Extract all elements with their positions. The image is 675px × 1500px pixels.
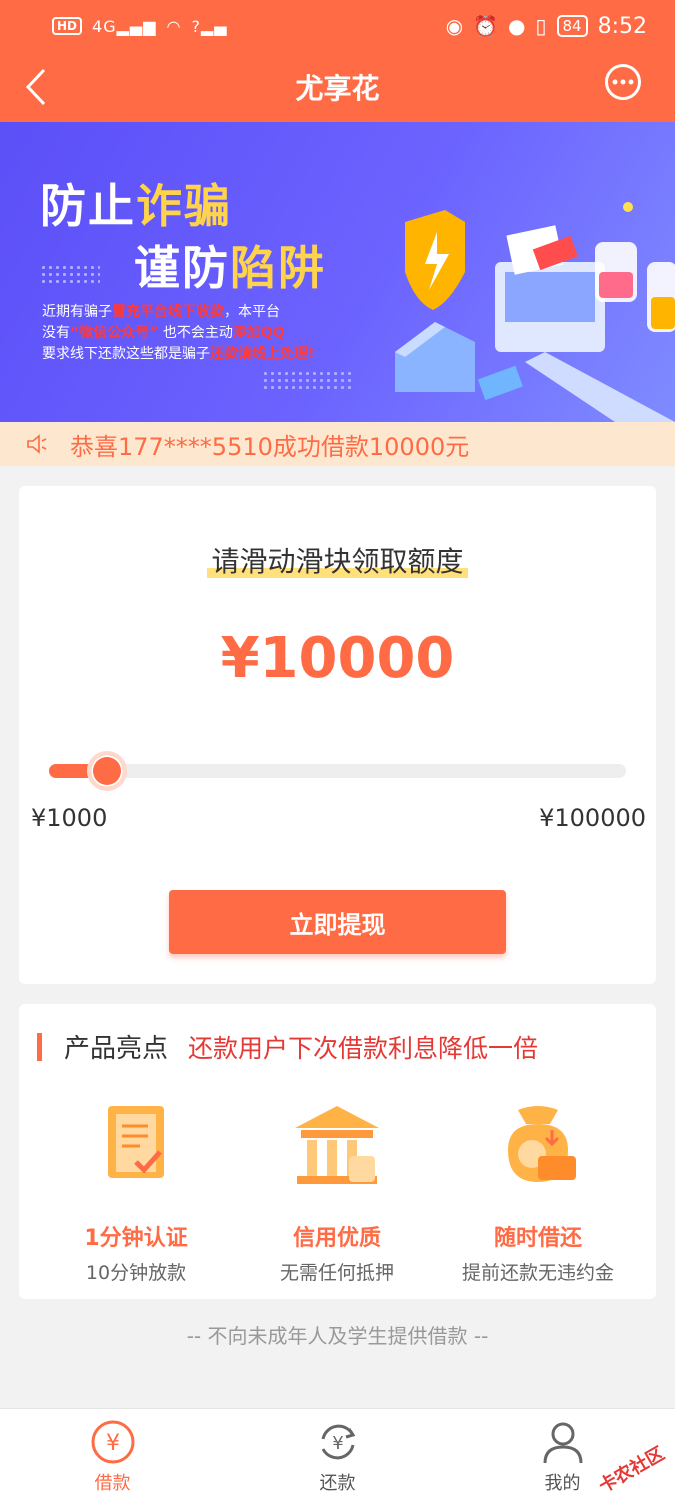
yuan-refresh-icon: ¥ (321, 1424, 355, 1459)
page-title: 尤享花 (295, 72, 380, 105)
withdraw-button[interactable]: 立即提现 (169, 890, 506, 954)
feature-subtitle: 10分钟放款 (85, 1262, 187, 1284)
vibrate-icon: ▯ (535, 14, 547, 38)
amount-card: 请滑动滑块领取额度 ¥10000 ¥1000 ¥100000 立即提现 (19, 486, 656, 984)
disclaimer-text: -- 不向未成年人及学生提供借款 -- (186, 1324, 489, 1348)
notice-text: 恭喜177****5510成功借款10000元 (70, 432, 470, 461)
anti-fraud-banner[interactable]: 防止诈骗 谨防陷阱 近期有骗子冒充平台线下收款，本平台 没有“微信公众号” 也不… (0, 122, 675, 422)
wifi-icon: ◠ (166, 16, 182, 36)
status-right: ◉ ⏰ ● ▯ 84 8:52 (446, 14, 647, 39)
chevron-left-icon[interactable] (18, 62, 54, 112)
loan-notice-ticker: 恭喜177****5510成功借款10000元 (0, 422, 675, 466)
header: 尤享花 (0, 52, 675, 122)
location-icon: ● (508, 14, 526, 38)
slider-min-label: ¥1000 (31, 804, 108, 832)
features-title: 产品亮点 (64, 1034, 169, 1064)
status-left: HD 4G▂▄▆ ◠ ?▂▄ (52, 17, 228, 36)
feature-title: 信用优质 (292, 1226, 381, 1251)
battery-indicator: 84 (556, 15, 588, 37)
features-header: 产品亮点 还款用户下次借款利息降低一倍 (37, 1028, 538, 1065)
slider-handle[interactable] (86, 751, 127, 791)
document-check-icon (108, 1106, 164, 1178)
status-time: 8:52 (597, 13, 647, 39)
signal-unknown-icon: ?▂▄ (191, 16, 228, 36)
eye-icon: ◉ (445, 14, 464, 38)
feature-item: 1分钟认证 10分钟放款 (31, 1100, 241, 1285)
bottom-nav: ¥ 借款 ¥ 还款 我的 卡农社区 (0, 1408, 675, 1500)
banner-illustration (395, 202, 675, 422)
banner-dots (40, 264, 100, 284)
amount-slider[interactable] (49, 751, 626, 791)
nav-item-repay[interactable]: ¥ 还款 (225, 1409, 450, 1500)
svg-text:¥: ¥ (106, 1431, 120, 1456)
nav-item-borrow[interactable]: ¥ 借款 (0, 1409, 225, 1500)
nav-label: 借款 (94, 1472, 131, 1494)
feature-title: 1分钟认证 (84, 1226, 188, 1251)
section-bar (37, 1032, 42, 1061)
feature-subtitle: 提前还款无违约金 (461, 1262, 614, 1284)
slider-max-label: ¥100000 (539, 804, 646, 832)
svg-text:¥: ¥ (332, 1433, 343, 1454)
bank-icon (295, 1106, 379, 1184)
banner-headline-2: 谨防陷阱 (134, 241, 326, 295)
money-bag-icon (508, 1106, 576, 1182)
nav-label: 还款 (319, 1472, 356, 1494)
status-bar: HD 4G▂▄▆ ◠ ?▂▄ ◉ ⏰ ● ▯ 84 8:52 (0, 0, 675, 52)
banner-headline-1: 防止诈骗 (40, 179, 232, 233)
features-card: 产品亮点 还款用户下次借款利息降低一倍 1分钟认证 10分钟放款 信用优质 无需… (19, 1004, 656, 1299)
more-dots-icon[interactable] (605, 64, 641, 100)
features-promo: 还款用户下次借款利息降低一倍 (188, 1033, 539, 1063)
feature-item: 信用优质 无需任何抵押 (232, 1100, 442, 1285)
yuan-circle-icon: ¥ (91, 1420, 134, 1463)
hd-badge: HD (52, 17, 83, 35)
nav-label: 我的 (544, 1472, 581, 1494)
feature-item: 随时借还 提前还款无违约金 (433, 1100, 643, 1285)
speaker-icon (27, 434, 47, 454)
user-icon (543, 1422, 582, 1463)
banner-warning-text: 近期有骗子冒充平台线下收款，本平台 没有“微信公众号” 也不会主动添加QQ 要求… (42, 304, 315, 362)
signal-icon: 4G▂▄▆ (92, 16, 157, 36)
feature-subtitle: 无需任何抵押 (279, 1262, 394, 1284)
banner-dots (262, 370, 352, 390)
loan-amount: ¥10000 (220, 626, 455, 691)
alarm-icon: ⏰ (473, 14, 499, 38)
slider-prompt: 请滑动滑块领取额度 (19, 540, 656, 580)
feature-title: 随时借还 (493, 1226, 582, 1251)
top-bar: HD 4G▂▄▆ ◠ ?▂▄ ◉ ⏰ ● ▯ 84 8:52 尤享花 (0, 0, 675, 122)
